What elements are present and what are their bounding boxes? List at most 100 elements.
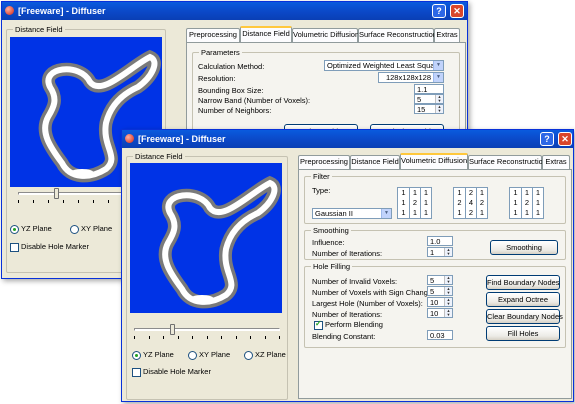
kernel-cell: 1 bbox=[513, 208, 518, 217]
back-disable-hole-marker-checkbox[interactable]: Disable Hole Marker bbox=[10, 242, 89, 252]
front-title-bar[interactable]: [Freeware] - Diffuser ? ✕ bbox=[122, 130, 573, 148]
smoothing-iterations-value: 1 bbox=[430, 248, 435, 257]
invalid-voxels-label: Number of Invalid Voxels: bbox=[312, 277, 398, 286]
back-tab-surface-reconstruction[interactable]: Surface Reconstruction bbox=[358, 28, 437, 42]
back-tab-distance-field[interactable]: Distance Field bbox=[240, 26, 292, 42]
sign-change-input[interactable]: 5 ▲ ▼ bbox=[427, 286, 453, 296]
spin-icon[interactable]: ▲ ▼ bbox=[435, 95, 443, 103]
invalid-voxels-input[interactable]: 5 ▲ ▼ bbox=[427, 275, 453, 285]
kernel-cell: 1 bbox=[532, 208, 543, 218]
perform-blending-checkbox[interactable]: Perform Blending bbox=[314, 319, 383, 330]
back-calc-method-label: Calculation Method: bbox=[198, 62, 265, 71]
filter-kernel-1[interactable]: 111 121 111 bbox=[397, 187, 432, 219]
clear-boundary-nodes-button[interactable]: Clear Boundary Nodes bbox=[486, 309, 563, 324]
smoothing-iterations-input[interactable]: 1 ▲ ▼ bbox=[427, 247, 453, 257]
spin-icon[interactable]: ▲ ▼ bbox=[444, 248, 452, 256]
filter-type-value: Gaussian II bbox=[315, 209, 353, 218]
spin-icon[interactable]: ▲ ▼ bbox=[444, 287, 452, 295]
expand-octree-button[interactable]: Expand Octree bbox=[486, 292, 560, 307]
kernel-cell: 2 bbox=[409, 198, 420, 208]
back-neighbors-input[interactable]: 15 ▲ ▼ bbox=[414, 104, 444, 114]
front-distance-field-label: Distance Field bbox=[133, 152, 185, 161]
filter-kernel-2[interactable]: 121 242 121 bbox=[453, 187, 488, 219]
back-neighbors-value: 15 bbox=[417, 105, 426, 114]
back-resolution-select[interactable]: 128x128x128 ▼ bbox=[378, 72, 444, 83]
front-radio-xz-plane[interactable]: XZ Plane bbox=[244, 350, 286, 360]
kernel-cell: 1 bbox=[476, 188, 487, 198]
back-slice-slider-thumb[interactable] bbox=[54, 188, 59, 199]
back-radio-yz-plane[interactable]: YZ Plane bbox=[10, 224, 52, 234]
front-tab-preprocessing[interactable]: Preprocessing bbox=[298, 155, 350, 169]
back-bbox-input[interactable]: 1.1 bbox=[414, 84, 444, 94]
kernel-cell: 1 bbox=[409, 208, 420, 218]
smoothing-button[interactable]: Smoothing bbox=[490, 240, 558, 255]
spin-icon[interactable]: ▲ ▼ bbox=[444, 298, 452, 306]
hole-iterations-value: 10 bbox=[430, 309, 439, 318]
close-icon[interactable]: ✕ bbox=[558, 132, 572, 146]
front-tab-distance-field[interactable]: Distance Field bbox=[350, 155, 400, 169]
front-shape-render bbox=[158, 175, 281, 309]
dropdown-arrow-icon[interactable]: ▼ bbox=[381, 209, 391, 218]
back-tab-preprocessing[interactable]: Preprocessing bbox=[186, 28, 240, 42]
front-tab-extras[interactable]: Extras bbox=[542, 155, 570, 169]
front-radio-yz-plane[interactable]: YZ Plane bbox=[132, 350, 174, 360]
sign-change-value: 5 bbox=[430, 287, 435, 296]
kernel-cell: 1 bbox=[476, 208, 487, 218]
front-tab-volumetric-diffusion[interactable]: Volumetric Diffusion bbox=[400, 153, 468, 169]
back-resolution-label: Resolution: bbox=[198, 74, 236, 83]
smoothing-iterations-label: Number of Iterations: bbox=[312, 249, 383, 258]
back-calc-method-select[interactable]: Optimized Weighted Least Squares ▼ bbox=[324, 60, 444, 71]
kernel-cell: 1 bbox=[521, 208, 532, 218]
front-distance-field-viewport[interactable] bbox=[130, 163, 282, 313]
back-bbox-label: Bounding Box Size: bbox=[198, 86, 264, 95]
find-boundary-nodes-button[interactable]: Find Boundary Nodes bbox=[486, 275, 560, 290]
kernel-cell: 1 bbox=[409, 188, 420, 198]
kernel-cell: 1 bbox=[521, 188, 532, 198]
front-radio-xy-plane[interactable]: XY Plane bbox=[188, 350, 230, 360]
help-icon[interactable]: ? bbox=[540, 132, 554, 146]
dropdown-arrow-icon[interactable]: ▼ bbox=[433, 61, 443, 70]
back-window-title: [Freeware] - Diffuser bbox=[18, 6, 106, 16]
back-calc-method-value: Optimized Weighted Least Squares bbox=[327, 61, 444, 70]
spin-icon[interactable]: ▲ ▼ bbox=[444, 276, 452, 284]
largest-hole-input[interactable]: 10 ▲ ▼ bbox=[427, 297, 453, 307]
kernel-cell: 1 bbox=[532, 198, 543, 208]
close-icon[interactable]: ✕ bbox=[450, 4, 464, 18]
filter-type-label: Type: bbox=[312, 186, 331, 195]
spin-icon[interactable]: ▲ ▼ bbox=[435, 105, 443, 113]
kernel-cell: 1 bbox=[401, 198, 406, 207]
largest-hole-value: 10 bbox=[430, 298, 439, 307]
back-parameters-label: Parameters bbox=[199, 48, 242, 57]
front-window[interactable]: [Freeware] - Diffuser ? ✕ Distance Field… bbox=[121, 129, 574, 402]
front-slice-slider-track[interactable] bbox=[134, 328, 280, 331]
blending-constant-label: Blending Constant: bbox=[312, 332, 376, 341]
fill-holes-button[interactable]: Fill Holes bbox=[486, 326, 560, 341]
back-tab-extras[interactable]: Extras bbox=[434, 28, 460, 42]
back-neighbors-label: Number of Neighbors: bbox=[198, 106, 272, 115]
help-icon[interactable]: ? bbox=[432, 4, 446, 18]
spin-icon[interactable]: ▲ ▼ bbox=[444, 309, 452, 317]
back-tab-volumetric-diffusion[interactable]: Volumetric Diffusion bbox=[292, 28, 359, 42]
influence-input[interactable]: 1.0 bbox=[427, 236, 453, 246]
front-disable-hole-marker-checkbox[interactable]: Disable Hole Marker bbox=[132, 367, 211, 377]
kernel-cell: 1 bbox=[420, 208, 431, 218]
back-radio-xy-plane[interactable]: XY Plane bbox=[70, 224, 112, 234]
kernel-cell: 1 bbox=[420, 188, 431, 198]
largest-hole-label: Largest Hole (Number of Voxels): bbox=[312, 299, 423, 308]
back-distance-field-label: Distance Field bbox=[13, 25, 65, 34]
filter-type-select[interactable]: Gaussian II ▼ bbox=[312, 208, 392, 219]
hole-iterations-input[interactable]: 10 ▲ ▼ bbox=[427, 308, 453, 318]
kernel-cell: 1 bbox=[401, 188, 406, 197]
back-title-bar[interactable]: [Freeware] - Diffuser ? ✕ bbox=[2, 2, 467, 20]
filter-kernel-3[interactable]: 111 121 111 bbox=[509, 187, 544, 219]
kernel-cell: 1 bbox=[457, 188, 462, 197]
back-narrow-band-input[interactable]: 5 ▲ ▼ bbox=[414, 94, 444, 104]
blending-constant-input[interactable]: 0.03 bbox=[427, 330, 453, 340]
front-slice-slider-thumb[interactable] bbox=[170, 324, 175, 335]
front-tab-surface-reconstruction[interactable]: Surface Reconstruction bbox=[468, 155, 547, 169]
dropdown-arrow-icon[interactable]: ▼ bbox=[433, 73, 443, 82]
back-resolution-value: 128x128x128 bbox=[385, 73, 431, 82]
front-slider-ticks bbox=[134, 336, 280, 339]
front-window-title: [Freeware] - Diffuser bbox=[138, 134, 226, 144]
kernel-cell: 2 bbox=[476, 198, 487, 208]
